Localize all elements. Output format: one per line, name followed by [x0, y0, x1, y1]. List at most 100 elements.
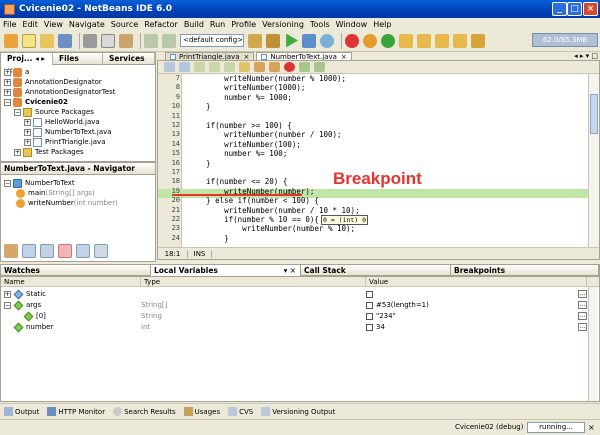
versioning-output-tab[interactable]: Versioning Output [261, 407, 335, 416]
menu-versioning[interactable]: Versioning [262, 20, 304, 29]
edit-value-button[interactable]: … [578, 312, 587, 320]
open-project-icon[interactable] [40, 33, 54, 48]
menu-navigate[interactable]: Navigate [69, 20, 105, 29]
menu-run[interactable]: Run [210, 20, 225, 29]
menu-build[interactable]: Build [184, 20, 204, 29]
config-select[interactable]: <default config> [180, 34, 244, 47]
navigator-class[interactable]: − NumberToText [4, 178, 155, 188]
paste-icon[interactable] [119, 33, 133, 48]
menu-window[interactable]: Window [336, 20, 368, 29]
close-window-button[interactable]: × [583, 2, 598, 16]
step-out-icon[interactable] [435, 33, 449, 48]
memory-indicator[interactable]: 62.0/85.3MB [532, 33, 598, 47]
step-into-icon[interactable] [417, 33, 431, 48]
expand-icon[interactable]: + [24, 118, 31, 126]
expand-icon[interactable]: + [14, 148, 21, 156]
menu-help[interactable]: Help [373, 20, 391, 29]
toggle-breakpoint-icon[interactable] [284, 62, 295, 72]
profile-icon[interactable] [320, 33, 334, 48]
usages-tab[interactable]: Usages [183, 407, 220, 416]
value-checkbox-icon[interactable] [366, 290, 373, 298]
collapse-icon[interactable]: − [14, 108, 21, 116]
uncomment-icon[interactable] [314, 62, 325, 72]
edit-value-button[interactable]: … [578, 323, 587, 331]
tab-projects[interactable]: Proj... ◂ ▸ × [1, 52, 53, 75]
variable-value[interactable]: 34 [376, 323, 385, 331]
navigator-method[interactable]: writeNumber (int number) [4, 198, 155, 208]
column-type[interactable]: Type [141, 277, 366, 287]
expand-icon[interactable]: + [4, 88, 11, 96]
code-line[interactable]: writeNumber(number % 10); [188, 224, 355, 233]
expand-icon[interactable]: + [4, 78, 11, 86]
comment-icon[interactable] [299, 62, 310, 72]
apply-changes-icon[interactable] [471, 33, 485, 48]
code-line[interactable]: writeNumber(number / 10 * 10); [188, 206, 359, 215]
run-icon[interactable] [286, 33, 298, 48]
minimize-button[interactable]: _ [552, 2, 567, 16]
column-value[interactable]: Value [366, 277, 587, 287]
editor-scrollbar[interactable] [588, 74, 599, 247]
code-line[interactable]: } [188, 234, 229, 243]
maximize-button[interactable]: □ [567, 2, 582, 16]
code-line[interactable]: number %= 100; [188, 149, 287, 158]
http-monitor-tab[interactable]: HTTP Monitor [47, 407, 105, 416]
step-over-icon[interactable] [399, 33, 413, 48]
code-line[interactable]: } [188, 159, 211, 168]
scrollbar-thumb[interactable] [590, 94, 598, 134]
value-checkbox-icon[interactable] [366, 301, 373, 309]
expand-icon[interactable]: + [24, 128, 31, 136]
variable-row[interactable]: − args String[] #53(length=1) … [1, 300, 587, 310]
variable-row[interactable]: number int 34 … [1, 322, 587, 332]
column-name[interactable]: Name [1, 277, 141, 287]
expand-icon[interactable]: + [4, 68, 11, 76]
code-line[interactable]: number %= 1000; [188, 93, 292, 102]
tree-item[interactable]: + Test Packages [4, 147, 155, 157]
filter-icon[interactable] [4, 244, 18, 258]
forward-icon[interactable] [179, 62, 190, 72]
save-all-icon[interactable] [58, 33, 72, 48]
variable-value[interactable]: #53(length=1) [376, 301, 429, 309]
new-file-icon[interactable] [22, 33, 36, 48]
variable-value[interactable]: "234" [376, 312, 396, 320]
find-next-icon[interactable] [224, 62, 235, 72]
pause-icon[interactable] [363, 33, 377, 48]
build-icon[interactable] [248, 33, 262, 48]
tab-scroll-buttons[interactable]: ◂ ▸ ▾ □ [574, 52, 598, 60]
cut-icon[interactable] [83, 33, 97, 48]
code-line[interactable]: writeNumber(100); [188, 140, 301, 149]
edit-value-button[interactable]: … [578, 290, 587, 298]
search-results-tab[interactable]: Search Results [113, 407, 176, 416]
shift-right-icon[interactable] [269, 62, 280, 72]
toggle-highlight-icon[interactable] [239, 62, 250, 72]
back-icon[interactable] [164, 62, 175, 72]
menu-profile[interactable]: Profile [231, 20, 256, 29]
cvs-tab[interactable]: CVS [228, 407, 253, 416]
menu-view[interactable]: View [44, 20, 63, 29]
code-line[interactable]: } else if(number < 100) { [188, 196, 319, 205]
menu-edit[interactable]: Edit [22, 20, 38, 29]
finish-debug-icon[interactable] [345, 33, 359, 48]
value-checkbox-icon[interactable] [366, 312, 373, 320]
code-line[interactable]: if(number >= 100) { [188, 121, 292, 130]
variables-scrollbar[interactable] [588, 287, 598, 401]
filter-fields-icon[interactable] [22, 244, 36, 258]
code-line[interactable]: writeNumber(number / 100); [188, 130, 341, 139]
filter-inherited-icon[interactable] [76, 244, 90, 258]
continue-icon[interactable] [381, 33, 395, 48]
shift-left-icon[interactable] [254, 62, 265, 72]
filter-static-icon[interactable] [40, 244, 54, 258]
tree-item[interactable]: + NumberToText.java [4, 127, 155, 137]
expand-icon[interactable]: + [24, 138, 31, 146]
tree-item[interactable]: + AnnotationDesignator [4, 77, 155, 87]
code-line[interactable]: writeNumber(1000); [188, 83, 305, 92]
collapse-icon[interactable]: − [4, 98, 11, 106]
tab-services[interactable]: Services [103, 52, 155, 65]
code-line[interactable]: } [188, 102, 211, 111]
expand-icon[interactable]: + [4, 290, 11, 298]
find-prev-icon[interactable] [209, 62, 220, 72]
menu-tools[interactable]: Tools [310, 20, 330, 29]
tree-item[interactable]: + PrintTriangle.java [4, 137, 155, 147]
tree-item[interactable]: + a [4, 67, 155, 77]
run-to-cursor-icon[interactable] [453, 33, 467, 48]
menu-source[interactable]: Source [111, 20, 138, 29]
